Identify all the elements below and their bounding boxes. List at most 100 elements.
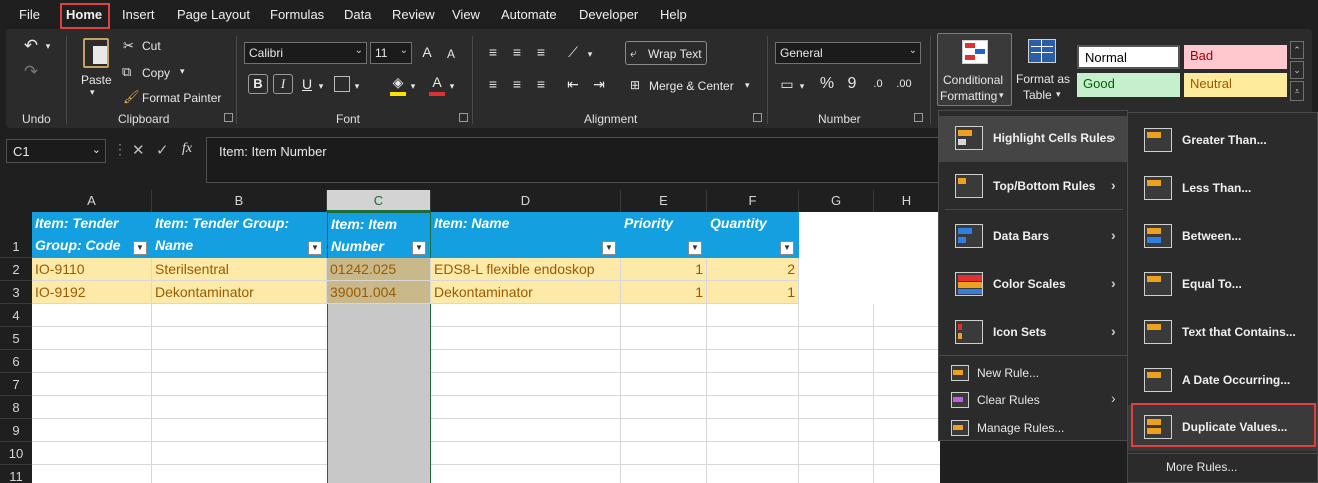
table-cell[interactable]: 1 [707, 281, 799, 304]
table-cell[interactable]: Dekontaminator [152, 281, 327, 304]
align-middle-icon[interactable]: ≡ [507, 42, 527, 62]
shrink-font-icon[interactable]: A [442, 44, 460, 64]
fill-dropdown-icon[interactable]: ▾ [408, 76, 418, 96]
row-header-7[interactable]: 7 [0, 373, 32, 396]
header-cell-d[interactable]: Item: Name ▼ [431, 212, 621, 258]
tab-insert[interactable]: Insert [122, 7, 155, 22]
column-header-a[interactable]: A [32, 190, 152, 212]
insert-function-button[interactable]: fx [182, 141, 192, 157]
menu-item-icon-sets[interactable]: Icon Sets › [939, 310, 1127, 356]
merge-center-button[interactable]: Merge & Center [649, 79, 734, 93]
paste-dropdown-icon[interactable]: ▾ [90, 87, 95, 98]
menu-item-between[interactable]: Between... [1128, 214, 1317, 260]
style-good[interactable]: Good [1077, 73, 1180, 97]
column-header-f[interactable]: F [707, 190, 799, 212]
tab-help[interactable]: Help [660, 7, 687, 22]
styles-more-icon[interactable]: ⩡ [1290, 81, 1304, 101]
row-header-5[interactable]: 5 [0, 327, 32, 350]
underline-button[interactable]: U [299, 74, 315, 94]
font-color-icon[interactable]: A [429, 72, 445, 92]
comma-style-button[interactable]: 9 [842, 74, 862, 94]
tab-file[interactable]: File [19, 7, 40, 22]
copy-button[interactable]: Copy [142, 66, 170, 80]
row-header-4[interactable]: 4 [0, 304, 32, 327]
filter-dropdown-icon[interactable]: ▼ [688, 241, 702, 255]
tab-page-layout[interactable]: Page Layout [177, 7, 250, 22]
row-header-1[interactable]: 1 [0, 212, 32, 258]
column-header-g[interactable]: G [799, 190, 874, 212]
accounting-dropdown-icon[interactable]: ▾ [797, 76, 807, 96]
cancel-icon[interactable]: ✕ [132, 141, 145, 159]
paste-button[interactable]: Paste [81, 73, 112, 87]
name-box[interactable]: C1 ⌄ [6, 139, 106, 163]
table-cell[interactable]: 01242.025 [327, 258, 431, 281]
row-header-10[interactable]: 10 [0, 442, 32, 465]
format-painter-icon[interactable]: 🖌 [123, 89, 140, 105]
paste-icon[interactable] [83, 38, 109, 68]
tab-view[interactable]: View [452, 7, 480, 22]
font-name-select[interactable]: Calibri ⌄ [244, 42, 367, 64]
bold-button[interactable]: B [248, 74, 268, 94]
orientation-dropdown-icon[interactable]: ▾ [585, 44, 595, 64]
table-cell[interactable]: IO-9192 [32, 281, 152, 304]
borders-icon[interactable] [334, 76, 350, 92]
align-right-icon[interactable]: ≡ [531, 74, 551, 94]
row-header-9[interactable]: 9 [0, 419, 32, 442]
align-center-icon[interactable]: ≡ [507, 74, 527, 94]
grow-font-icon[interactable]: A [418, 42, 436, 62]
filter-dropdown-icon[interactable]: ▼ [602, 241, 616, 255]
borders-dropdown-icon[interactable]: ▾ [352, 76, 362, 96]
tab-developer[interactable]: Developer [579, 7, 638, 22]
increase-decimal-icon[interactable]: .0 [868, 74, 888, 94]
table-cell[interactable]: Dekontaminator [431, 281, 621, 304]
table-cell[interactable]: 2 [707, 258, 799, 281]
decrease-indent-icon[interactable]: ⇤ [563, 74, 583, 94]
row-header-11[interactable]: 11 [0, 465, 32, 483]
styles-scroll-up-icon[interactable]: ⌃ [1290, 41, 1304, 59]
align-top-icon[interactable]: ≡ [483, 42, 503, 62]
filter-dropdown-icon[interactable]: ▼ [308, 241, 322, 255]
column-header-h[interactable]: H [874, 190, 940, 212]
tab-formulas[interactable]: Formulas [270, 7, 324, 22]
column-header-e[interactable]: E [621, 190, 707, 212]
orientation-icon[interactable]: ⟋ [563, 42, 583, 62]
font-launcher-icon[interactable] [459, 113, 468, 122]
row-header-6[interactable]: 6 [0, 350, 32, 373]
formula-input[interactable]: Item: Item Number [206, 137, 946, 183]
table-cell[interactable]: 1 [621, 281, 707, 304]
menu-item-text-that-contains[interactable]: Text that Contains... [1128, 310, 1317, 356]
enter-icon[interactable]: ✓ [156, 141, 169, 159]
filter-dropdown-icon[interactable]: ▼ [780, 241, 794, 255]
filter-dropdown-icon[interactable]: ▼ [412, 241, 426, 255]
row-header-8[interactable]: 8 [0, 396, 32, 419]
styles-scroll-down-icon[interactable]: ⌄ [1290, 61, 1304, 79]
filter-dropdown-icon[interactable]: ▼ [133, 241, 147, 255]
menu-item-data-bars[interactable]: Data Bars › [939, 214, 1127, 260]
decrease-decimal-icon[interactable]: .00 [894, 74, 914, 94]
tab-data[interactable]: Data [344, 7, 371, 22]
menu-item-manage-rules[interactable]: Manage Rules... [939, 416, 1129, 440]
undo-icon[interactable]: ↶ [20, 36, 42, 56]
table-cell[interactable]: IO-9110 [32, 258, 152, 281]
table-cell[interactable]: EDS8-L flexible endoskop [431, 258, 621, 281]
menu-item-highlight-cells-rules[interactable]: Highlight Cells Rules › [939, 116, 1127, 162]
menu-item-new-rule[interactable]: New Rule... [939, 361, 1129, 385]
column-header-b[interactable]: B [152, 190, 327, 212]
accounting-format-icon[interactable]: ▭ [777, 74, 797, 94]
header-cell-f[interactable]: Quantity ▼ [707, 212, 799, 258]
style-normal[interactable]: Normal [1077, 45, 1180, 69]
font-color-dropdown-icon[interactable]: ▾ [447, 76, 457, 96]
clipboard-launcher-icon[interactable] [224, 113, 233, 122]
header-cell-a[interactable]: Item: Tender Group: Code ▼ [32, 212, 152, 258]
column-header-d[interactable]: D [431, 190, 621, 212]
style-neutral[interactable]: Neutral [1184, 73, 1287, 97]
increase-indent-icon[interactable]: ⇥ [589, 74, 609, 94]
percent-style-button[interactable]: % [817, 74, 837, 94]
number-launcher-icon[interactable] [914, 113, 923, 122]
fill-color-icon[interactable]: ◈ [390, 72, 406, 92]
menu-item-color-scales[interactable]: Color Scales › [939, 262, 1127, 308]
style-bad[interactable]: Bad [1184, 45, 1287, 69]
row-header-2[interactable]: 2 [0, 258, 32, 281]
menu-item-clear-rules[interactable]: Clear Rules › [939, 388, 1129, 412]
align-left-icon[interactable]: ≡ [483, 74, 503, 94]
